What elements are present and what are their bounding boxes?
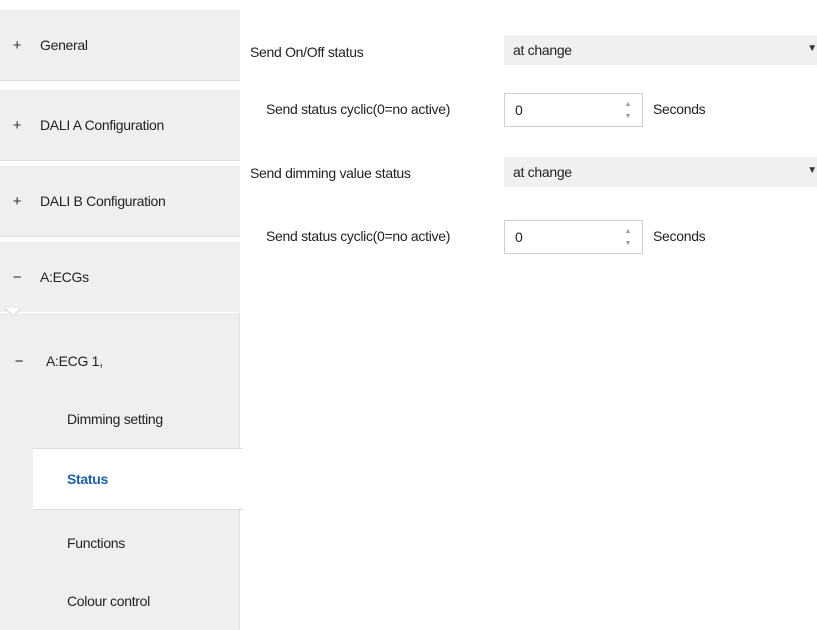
- send-on-off-status-select[interactable]: at change ▼: [504, 35, 817, 65]
- send-dimming-value-status-select[interactable]: at change ▼: [504, 157, 817, 187]
- spin-up-icon[interactable]: ▲: [625, 101, 632, 109]
- collapse-icon: −: [14, 352, 24, 370]
- sidebar-item-dali-b-configuration[interactable]: + DALI B Configuration: [0, 166, 240, 236]
- collapse-icon: −: [12, 268, 22, 286]
- sidebar-item-label: Status: [67, 471, 108, 487]
- expand-icon: +: [12, 192, 22, 210]
- spin-buttons[interactable]: ▲ ▼: [624, 228, 632, 248]
- sidebar-item-general[interactable]: + General: [0, 10, 240, 80]
- sidebar-item-a-ecg-1[interactable]: − A:ECG 1,: [0, 330, 240, 392]
- sidebar-item-label: A:ECG 1,: [46, 353, 103, 369]
- sidebar-item-functions[interactable]: Functions: [0, 512, 240, 574]
- sidebar-item-label: Dimming setting: [67, 411, 163, 427]
- spin-buttons[interactable]: ▲ ▼: [624, 101, 632, 121]
- expand-icon: +: [12, 36, 22, 54]
- status-settings-panel: Send On/Off status at change ▼ Send stat…: [240, 0, 817, 630]
- send-on-off-status-label: Send On/Off status: [250, 44, 364, 60]
- spin-value: 0: [515, 102, 523, 118]
- sidebar-item-colour-control[interactable]: Colour control: [0, 570, 240, 630]
- divider: [0, 236, 240, 237]
- sidebar-item-label: DALI A Configuration: [40, 117, 164, 133]
- sidebar-item-label: Functions: [67, 535, 125, 551]
- tree-notch-icon: [4, 307, 22, 317]
- ecg-status-settings-window: + General + DALI A Configuration + DALI …: [0, 0, 817, 630]
- sidebar-item-label: DALI B Configuration: [40, 193, 166, 209]
- spin-value: 0: [515, 229, 523, 245]
- sidebar-item-dali-a-configuration[interactable]: + DALI A Configuration: [0, 90, 240, 160]
- spin-down-icon[interactable]: ▼: [625, 240, 632, 248]
- sidebar-item-a-ecgs[interactable]: − A:ECGs: [0, 242, 240, 312]
- chevron-down-icon[interactable]: ▼: [807, 44, 817, 54]
- send-status-cyclic-label: Send status cyclic(0=no active): [266, 228, 451, 244]
- send-status-cyclic-input[interactable]: 0 ▲ ▼: [504, 220, 643, 254]
- chevron-down-icon[interactable]: ▼: [807, 166, 817, 176]
- send-status-cyclic-input[interactable]: 0 ▲ ▼: [504, 93, 643, 127]
- divider: [0, 160, 240, 161]
- sidebar-item-dimming-setting[interactable]: Dimming setting: [0, 388, 240, 450]
- sidebar-item-label: General: [40, 37, 88, 53]
- sidebar-item-label: Colour control: [67, 593, 150, 609]
- expand-icon: +: [12, 116, 22, 134]
- sidebar-item-label: A:ECGs: [40, 269, 89, 285]
- seconds-unit-label: Seconds: [653, 101, 706, 117]
- select-value: at change: [513, 164, 572, 180]
- select-value: at change: [513, 42, 572, 58]
- sidebar-item-status[interactable]: Status: [33, 448, 243, 510]
- seconds-unit-label: Seconds: [653, 228, 706, 244]
- spin-up-icon[interactable]: ▲: [625, 228, 632, 236]
- send-dimming-value-status-label: Send dimming value status: [250, 165, 411, 181]
- spin-down-icon[interactable]: ▼: [625, 113, 632, 121]
- send-status-cyclic-label: Send status cyclic(0=no active): [266, 101, 451, 117]
- sidebar: + General + DALI A Configuration + DALI …: [0, 0, 243, 630]
- divider: [0, 80, 240, 81]
